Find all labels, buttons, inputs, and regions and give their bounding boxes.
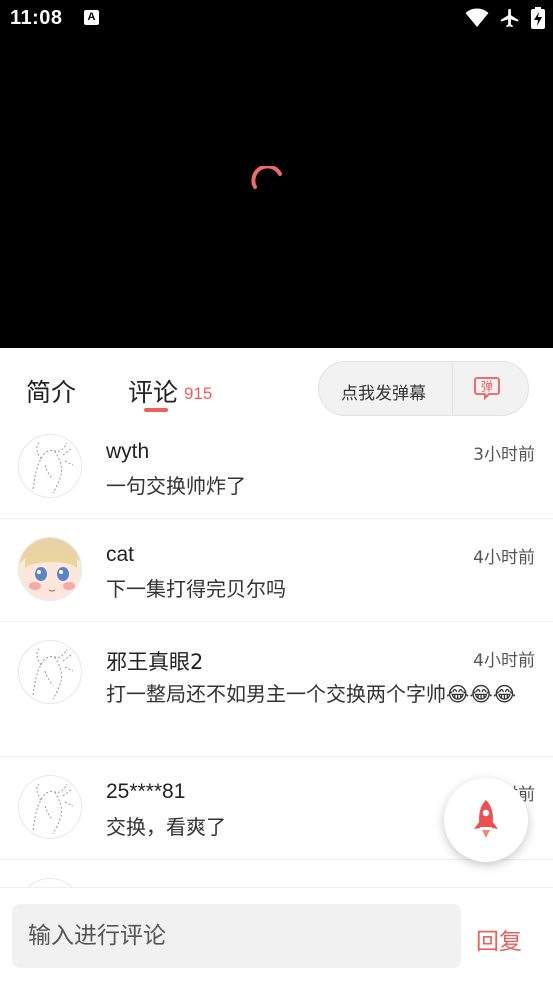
sketch-avatar[interactable] bbox=[18, 640, 82, 704]
rocket-icon bbox=[474, 800, 498, 838]
airplane-icon bbox=[500, 8, 519, 28]
comments-count-badge: 915 bbox=[184, 384, 213, 403]
comment-text: 一句交换帅炸了 bbox=[106, 474, 246, 498]
danmaku-icon[interactable]: 弹 bbox=[474, 376, 500, 400]
active-tab-indicator bbox=[144, 408, 168, 412]
notification-icon: A bbox=[84, 10, 99, 25]
reply-button[interactable]: 回复 bbox=[476, 922, 522, 956]
send-danmaku-label: 点我发弹幕 bbox=[341, 384, 426, 404]
comment-item[interactable]: 邪王真眼2 4小时前 打一整局还不如男主一个交换两个字帅😂😂😂 bbox=[0, 622, 553, 757]
sketch-avatar[interactable] bbox=[18, 775, 82, 839]
anime-girl-avatar[interactable] bbox=[18, 537, 82, 601]
comment-username[interactable]: 25****81 bbox=[106, 780, 185, 804]
status-icons bbox=[465, 6, 545, 30]
comment-time: 3小时前 bbox=[473, 445, 535, 465]
comment-text: 下一集打得完贝尔吗 bbox=[106, 577, 286, 601]
svg-text:弹: 弹 bbox=[481, 380, 493, 394]
comment-time: 4小时前 bbox=[473, 651, 535, 671]
status-bar: 11:08 A bbox=[0, 0, 553, 36]
scroll-top-button[interactable] bbox=[444, 778, 528, 862]
tab-intro[interactable]: 简介 bbox=[26, 373, 76, 409]
loading-spinner-icon bbox=[251, 166, 282, 189]
comment-input[interactable] bbox=[12, 904, 461, 968]
wifi-icon bbox=[465, 8, 489, 27]
comment-text: 打一整局还不如男主一个交换两个字帅😂😂😂 bbox=[106, 682, 517, 706]
status-time: 11:08 bbox=[10, 7, 63, 29]
comment-username[interactable]: wyth bbox=[106, 440, 149, 464]
sketch-avatar[interactable] bbox=[18, 878, 82, 887]
comment-item[interactable] bbox=[0, 860, 553, 887]
battery-charging-icon bbox=[531, 7, 545, 29]
send-danmaku-button[interactable]: 点我发弹幕 弹 bbox=[318, 361, 529, 416]
comment-item[interactable]: cat 4小时前 下一集打得完贝尔吗 bbox=[0, 519, 553, 622]
danmaku-divider bbox=[452, 362, 453, 415]
comment-username[interactable]: 邪王真眼2 bbox=[106, 646, 203, 676]
video-player[interactable]: 11:08 A bbox=[0, 0, 553, 348]
sketch-avatar[interactable] bbox=[18, 434, 82, 498]
comment-username[interactable]: cat bbox=[106, 543, 134, 567]
comment-item[interactable]: wyth 3小时前 一句交换帅炸了 bbox=[0, 428, 553, 519]
tab-comments[interactable]: 评论 bbox=[128, 373, 178, 409]
comment-time: 4小时前 bbox=[473, 548, 535, 568]
comment-composer: 回复 bbox=[0, 887, 553, 983]
